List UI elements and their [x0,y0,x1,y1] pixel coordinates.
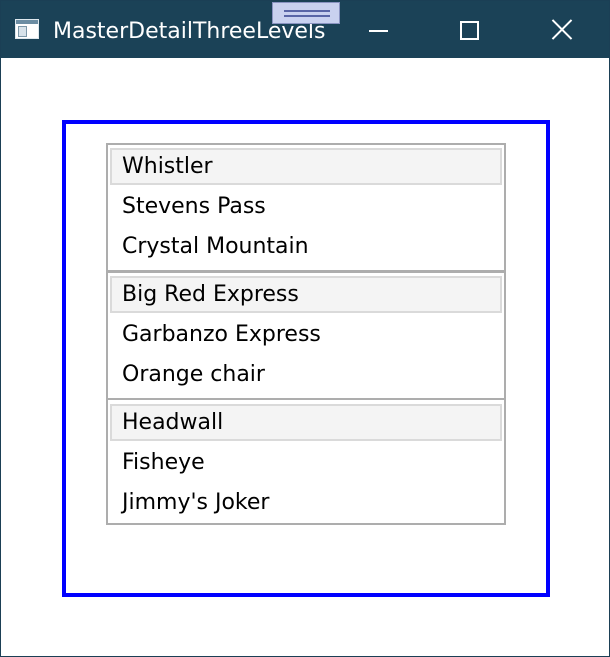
list-item[interactable]: Fisheye [110,445,502,482]
drag-grip-icon[interactable] [272,2,340,24]
app-window-icon[interactable] [15,19,39,39]
runs-listbox[interactable]: Headwall Fisheye Jimmy's Joker [106,398,506,525]
app-icon-pane [18,26,27,37]
list-item[interactable]: Big Red Express [110,276,502,313]
grip-line [284,15,330,17]
list-item[interactable]: Stevens Pass [110,189,502,226]
grip-line [284,10,330,12]
close-button[interactable] [539,9,585,51]
minimize-icon [369,30,388,32]
lifts-listbox[interactable]: Big Red Express Garbanzo Express Orange … [106,271,506,400]
title-bar[interactable]: MasterDetailThreeLevels [1,1,609,58]
minimize-button[interactable] [355,9,401,51]
close-icon [551,18,573,40]
maximize-icon [460,21,479,40]
list-item[interactable]: Orange chair [110,357,502,394]
app-icon-bar [16,20,38,24]
list-item[interactable]: Garbanzo Express [110,317,502,354]
list-item[interactable]: Crystal Mountain [110,229,502,266]
list-item[interactable]: Headwall [110,404,502,441]
list-item[interactable]: Jimmy's Joker [110,485,502,522]
application-window: MasterDetailThreeLevels Whistler Stevens… [0,0,610,657]
maximize-button[interactable] [446,9,492,51]
resorts-listbox[interactable]: Whistler Stevens Pass Crystal Mountain [106,143,506,272]
list-item[interactable]: Whistler [110,148,502,185]
